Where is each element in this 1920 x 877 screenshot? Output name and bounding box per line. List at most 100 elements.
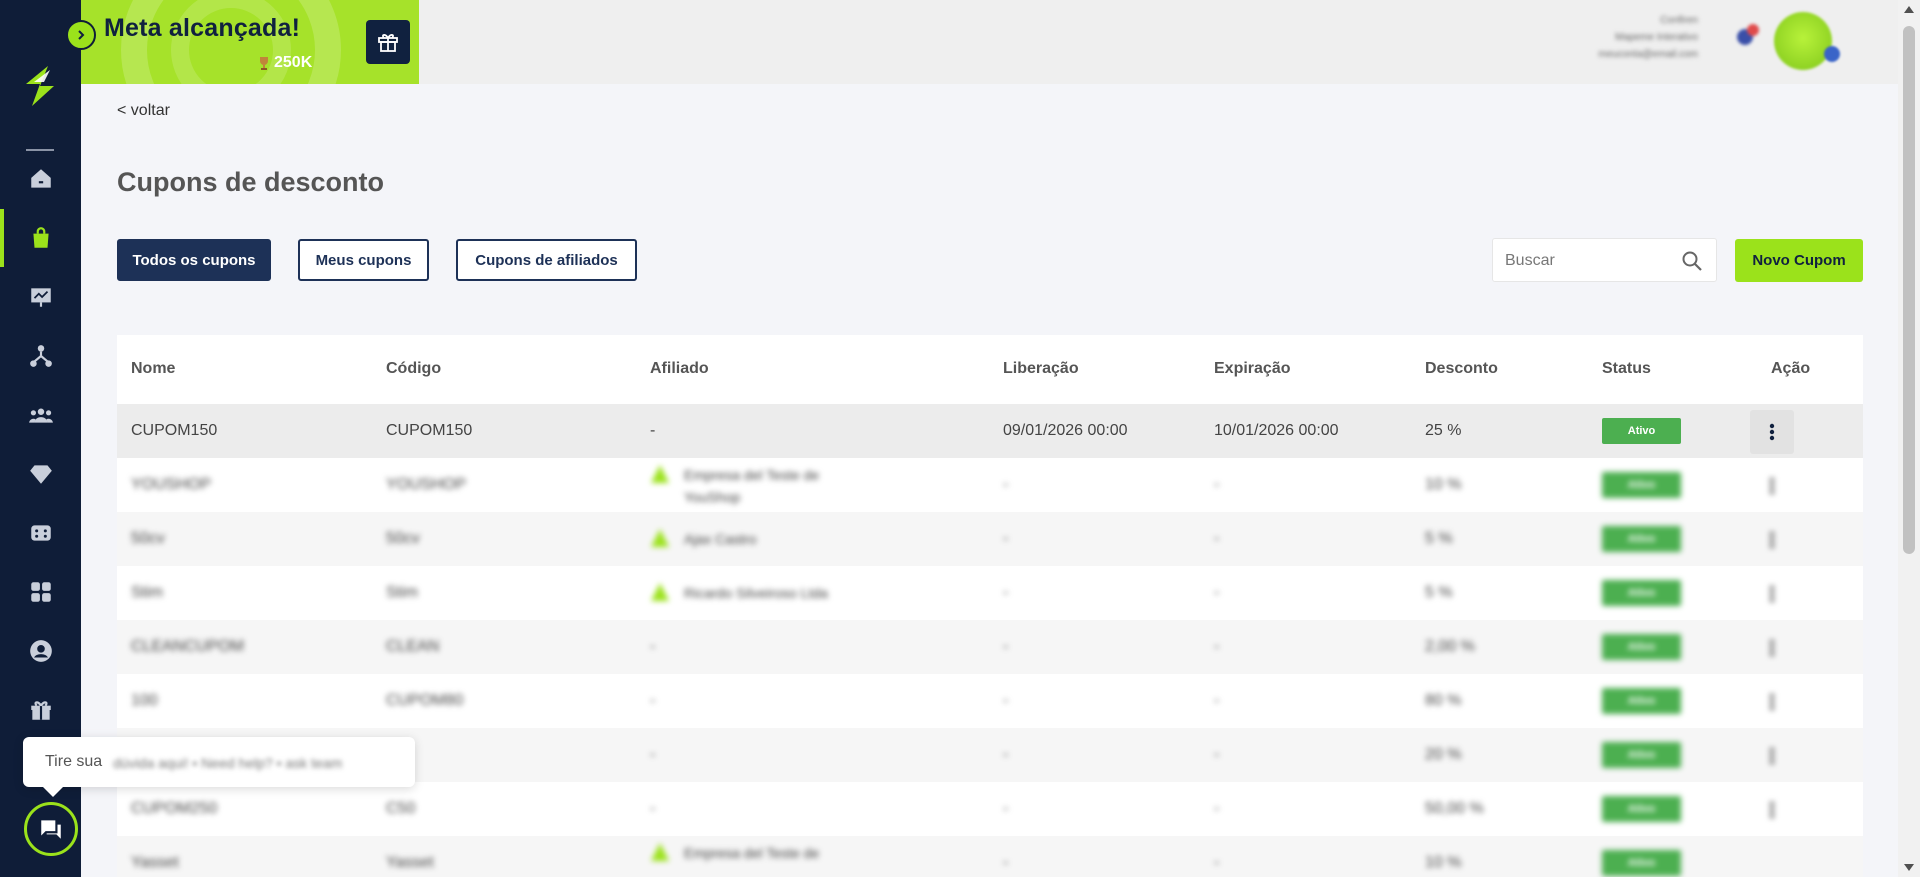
cell-discount: 10 % <box>1425 854 1462 871</box>
column-header-discount[interactable]: Desconto <box>1425 360 1498 378</box>
more-vertical-icon <box>1769 747 1775 765</box>
sidebar-item-rewards[interactable] <box>0 681 81 739</box>
table-row[interactable]: 50cv 50cv Ajax Castro - - 5 % Ativo <box>117 512 1863 566</box>
row-menu-button[interactable] <box>1750 626 1794 670</box>
cell-code: CUPOM150 <box>386 422 473 439</box>
sidebar-item-premium[interactable] <box>0 445 81 503</box>
row-menu-button[interactable] <box>1750 788 1794 832</box>
users-icon <box>28 408 53 423</box>
row-menu-button[interactable] <box>1750 410 1794 454</box>
cell-expiry: - <box>1214 800 1220 817</box>
more-vertical-icon <box>1769 531 1775 549</box>
row-menu-button[interactable] <box>1750 734 1794 778</box>
column-header-expiry[interactable]: Expiração <box>1214 360 1290 378</box>
status-badge: Ativo <box>1602 688 1681 714</box>
goal-amount: 250K <box>258 54 312 72</box>
affiliate-name: Empresa del Teste de <box>684 845 820 861</box>
search-icon[interactable] <box>1680 249 1704 273</box>
table-row[interactable]: CUPOM250 C50 - - - 50,00 % Ativo <box>117 782 1863 836</box>
table-row[interactable]: Stim Stim Ricardo Silveiroso Ltda - - 5 … <box>117 566 1863 620</box>
sidebar-item-affiliates[interactable] <box>0 327 81 385</box>
status-badge: Ativo <box>1602 850 1681 876</box>
cell-code: YOUSHOP <box>386 476 467 493</box>
goal-gift-button[interactable] <box>366 20 410 64</box>
affiliate-avatar-icon <box>651 529 669 547</box>
new-coupon-button[interactable]: Novo Cupom <box>1735 239 1863 282</box>
filter-all-coupons-button[interactable]: Todos os cupons <box>117 239 271 281</box>
cell-release: - <box>1003 530 1009 547</box>
affiliate-name: Ajax Castro <box>684 531 757 547</box>
goal-expand-button[interactable] <box>66 20 96 50</box>
filter-my-coupons-button[interactable]: Meus cupons <box>298 239 429 281</box>
cell-code: 50cv <box>386 530 420 547</box>
cell-expiry: - <box>1214 692 1220 709</box>
sidebar-item-apps[interactable] <box>0 563 81 621</box>
search-input[interactable] <box>1505 249 1675 273</box>
back-link[interactable]: < voltar <box>117 102 170 120</box>
table-row[interactable]: CLEANCUPOM CLEAN - - - 2,00 % Ativo <box>117 620 1863 674</box>
cell-affiliate: - <box>650 422 656 439</box>
cell-release: - <box>1003 854 1009 871</box>
cell-affiliate: - <box>650 638 656 655</box>
help-tooltip[interactable]: Tire sua dúvida aqui! • Need help? • ask… <box>23 737 415 797</box>
cell-release: - <box>1003 800 1009 817</box>
more-vertical-icon <box>1769 477 1775 495</box>
cell-name: YOUSHOP <box>131 476 212 493</box>
cell-affiliate: - <box>650 746 656 763</box>
status-badge: Ativo <box>1602 580 1681 606</box>
row-menu-button[interactable] <box>1750 572 1794 616</box>
avatar[interactable] <box>1774 12 1832 70</box>
column-header-status[interactable]: Status <box>1602 360 1651 378</box>
cell-release: - <box>1003 638 1009 655</box>
app-logo-icon[interactable] <box>20 64 60 108</box>
diamond-icon <box>29 465 52 484</box>
page-scrollbar[interactable] <box>1898 0 1920 877</box>
row-menu-button[interactable] <box>1750 464 1794 508</box>
user-company: Mapeme Interativo <box>1615 32 1698 43</box>
search-box <box>1492 238 1717 282</box>
filter-affiliate-coupons-button[interactable]: Cupons de afiliados <box>456 239 637 281</box>
cell-release: - <box>1003 746 1009 763</box>
cell-code: CLEAN <box>386 638 440 655</box>
cell-release: - <box>1003 584 1009 601</box>
presentation-chart-icon <box>30 288 51 307</box>
trophy-icon <box>260 57 268 70</box>
table-row[interactable]: YOUSHOP YOUSHOP Empresa del Teste de You… <box>117 458 1863 512</box>
cell-affiliate: - <box>650 800 656 817</box>
row-menu-button[interactable] <box>1750 518 1794 562</box>
sidebar-item-reports[interactable] <box>0 268 81 326</box>
cell-code: CUPOM80 <box>386 692 464 709</box>
cell-code: C50 <box>386 800 416 817</box>
scrollbar-thumb[interactable] <box>1903 26 1915 554</box>
chevron-right-icon <box>78 30 85 40</box>
user-name: Confiren <box>1660 15 1698 26</box>
chat-support-button[interactable] <box>24 802 78 856</box>
cell-expiry: 10/01/2026 00:00 <box>1214 422 1339 439</box>
sidebar-item-home[interactable] <box>0 150 81 208</box>
user-info[interactable]: Confiren Mapeme Interativo meuconta@emai… <box>1598 12 1698 63</box>
column-header-name[interactable]: Nome <box>131 360 175 378</box>
help-tooltip-text: dúvida aqui! • Need help? • ask team <box>113 755 343 771</box>
cell-code: Yasset <box>386 854 434 871</box>
more-vertical-icon <box>1769 423 1775 441</box>
column-header-code[interactable]: Código <box>386 360 441 378</box>
sidebar-item-products[interactable] <box>0 209 81 267</box>
column-header-release[interactable]: Liberação <box>1003 360 1079 378</box>
notification-icon[interactable] <box>1734 22 1760 48</box>
table-row[interactable]: 100 CUPOM80 - - - 80 % Ativo <box>117 674 1863 728</box>
cell-name: 100 <box>131 692 158 709</box>
table-row[interactable]: CUPOM150 CUPOM150 - 09/01/2026 00:00 10/… <box>117 404 1863 458</box>
more-vertical-icon <box>1769 639 1775 657</box>
affiliate-avatar-icon <box>651 583 669 601</box>
column-header-affiliate[interactable]: Afiliado <box>650 360 709 378</box>
scroll-down-icon[interactable] <box>1904 864 1914 871</box>
sidebar-item-members[interactable] <box>0 386 81 444</box>
sidebar-item-games[interactable] <box>0 504 81 562</box>
row-menu-button[interactable] <box>1750 680 1794 724</box>
sidebar-item-profile[interactable] <box>0 622 81 680</box>
table-row[interactable]: Yasset Yasset Empresa del Teste de - - 1… <box>117 836 1863 877</box>
scroll-up-icon[interactable] <box>1904 6 1914 13</box>
shopping-bag-icon <box>32 227 49 248</box>
cell-discount: 80 % <box>1425 692 1462 709</box>
goal-amount-value: 250K <box>274 54 313 71</box>
